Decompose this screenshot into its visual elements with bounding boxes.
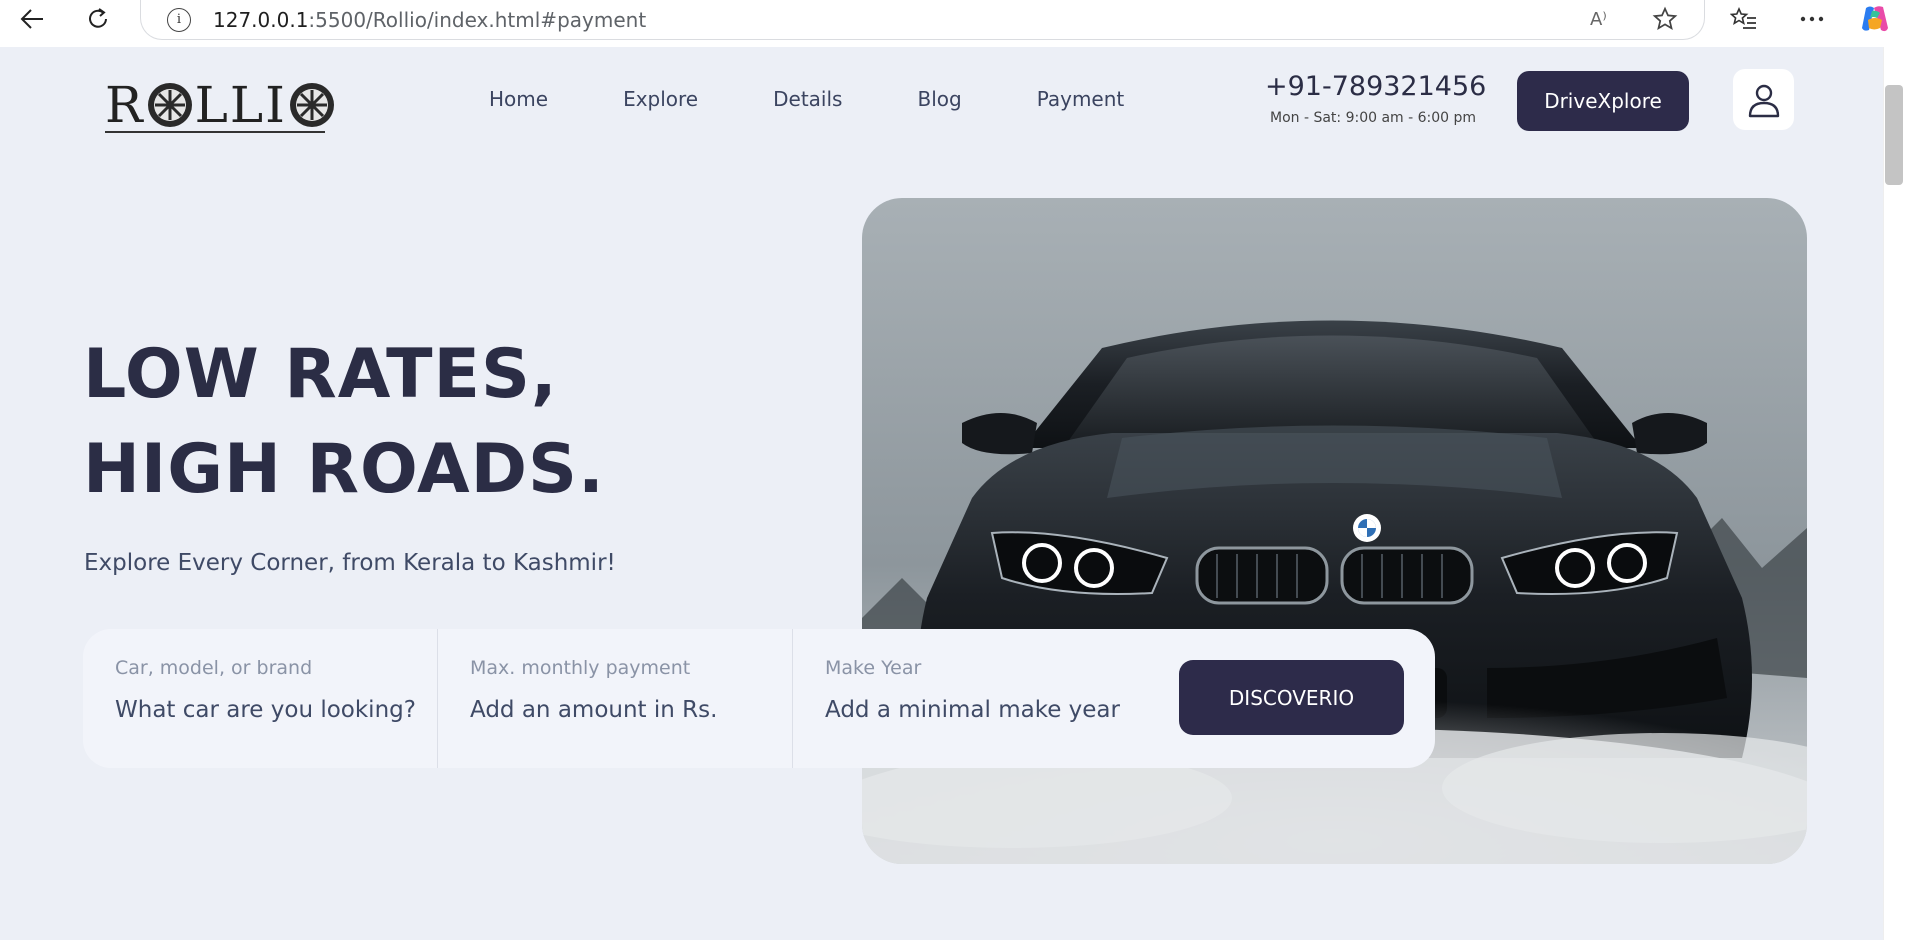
- car-field-label: Car, model, or brand: [115, 657, 313, 679]
- business-hours: Mon - Sat: 9:00 am - 6:00 pm: [1270, 110, 1477, 126]
- wheel-icon: [289, 83, 334, 127]
- scrollbar-thumb[interactable]: [1885, 85, 1903, 185]
- rollio-logo[interactable]: R LLI: [105, 75, 334, 135]
- payment-field-label: Max. monthly payment: [470, 657, 691, 679]
- more-options-icon[interactable]: [1800, 0, 1824, 38]
- browser-toolbar: i 127.0.0.1:5500/Rollio/index.html#payme…: [0, 0, 1909, 47]
- drivexplore-button[interactable]: DriveXplore: [1517, 71, 1689, 131]
- car-search-form: Car, model, or brand Max. monthly paymen…: [83, 629, 1435, 768]
- search-field-payment: Max. monthly payment: [438, 629, 793, 768]
- site-info-icon[interactable]: i: [167, 7, 191, 32]
- main-nav: Home Explore Details Blog Payment: [489, 87, 1199, 119]
- hero-title: LOW RATES, HIGH ROADS.: [83, 335, 605, 509]
- reload-icon[interactable]: [80, 0, 116, 38]
- year-input[interactable]: [825, 697, 1125, 723]
- page-body: R LLI Home Explore Details Blog Payment …: [0, 47, 1883, 940]
- read-aloud-icon[interactable]: A⁾: [1590, 0, 1607, 38]
- favorite-star-icon[interactable]: [1652, 0, 1678, 38]
- search-field-year: Make Year: [793, 629, 1173, 768]
- nav-details[interactable]: Details: [773, 87, 842, 119]
- logo-underline: [105, 131, 325, 133]
- back-arrow-icon[interactable]: [14, 0, 50, 38]
- wheel-icon: [147, 83, 192, 127]
- nav-explore[interactable]: Explore: [623, 87, 698, 119]
- user-account-button[interactable]: [1733, 69, 1794, 130]
- year-field-label: Make Year: [825, 657, 922, 679]
- favorites-list-icon[interactable]: [1730, 0, 1758, 38]
- contact-phone[interactable]: +91-789321456: [1265, 71, 1486, 102]
- search-field-car: Car, model, or brand: [83, 629, 438, 768]
- user-icon: [1748, 84, 1779, 117]
- copilot-icon[interactable]: [1858, 0, 1892, 38]
- car-input[interactable]: [115, 697, 415, 723]
- url-text[interactable]: 127.0.0.1:5500/Rollio/index.html#payment: [213, 8, 646, 32]
- nav-payment[interactable]: Payment: [1037, 87, 1125, 119]
- nav-blog[interactable]: Blog: [917, 87, 961, 119]
- payment-input[interactable]: [470, 697, 770, 723]
- hero-subtitle: Explore Every Corner, from Kerala to Kas…: [84, 550, 616, 576]
- address-bar[interactable]: i 127.0.0.1:5500/Rollio/index.html#payme…: [140, 0, 1705, 40]
- nav-home[interactable]: Home: [489, 87, 548, 119]
- discoverio-button[interactable]: DISCOVERIO: [1179, 660, 1404, 735]
